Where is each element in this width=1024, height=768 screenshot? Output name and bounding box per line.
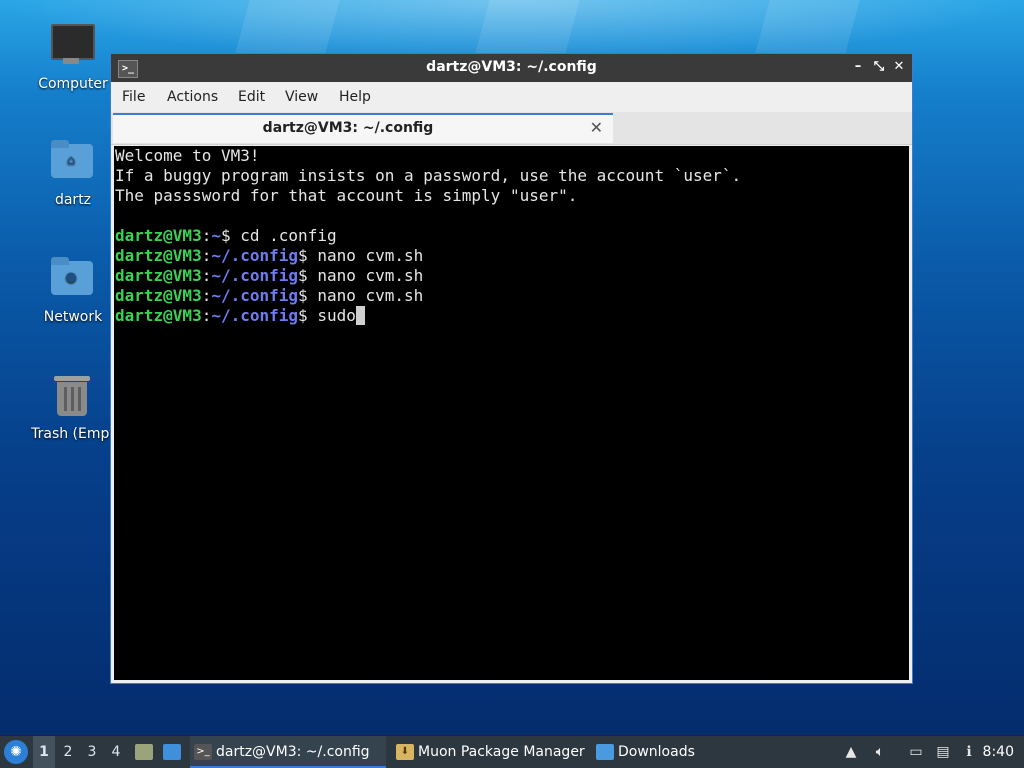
window-title: dartz@VM3: ~/.config: [426, 59, 597, 75]
workspace-1[interactable]: 1: [33, 736, 55, 768]
tab-terminal[interactable]: dartz@VM3: ~/.config ✕: [113, 113, 613, 143]
computer-icon: [49, 22, 97, 70]
show-desktop-icon[interactable]: [135, 744, 153, 760]
network-folder-icon: ●: [49, 255, 97, 303]
menu-view[interactable]: View: [285, 89, 318, 105]
network-icon[interactable]: ▭: [907, 744, 925, 760]
prompt-separator: :: [201, 306, 212, 325]
prompt-user: dartz@VM3: [115, 246, 202, 265]
notification-icon[interactable]: ℹ: [960, 744, 978, 760]
tab-close-icon[interactable]: ✕: [590, 118, 603, 137]
file-manager-icon[interactable]: [163, 744, 181, 760]
terminal-icon: >_: [194, 744, 212, 760]
workspace-3[interactable]: 3: [81, 736, 103, 768]
prompt-user: dartz@VM3: [115, 306, 202, 325]
prompt-user: dartz@VM3: [115, 266, 202, 285]
prompt-symbol: $: [298, 266, 308, 285]
clipboard-icon[interactable]: ▤: [934, 744, 952, 760]
menu-help[interactable]: Help: [339, 89, 371, 105]
prompt-command: cd .config: [230, 226, 337, 245]
prompt-separator: :: [201, 286, 212, 305]
menu-file[interactable]: File: [122, 89, 145, 105]
window-titlebar[interactable]: >_ dartz@VM3: ~/.config – ⤡ ✕: [111, 54, 912, 82]
prompt-command: nano cvm.sh: [307, 246, 424, 265]
close-button[interactable]: ✕: [890, 58, 908, 76]
prompt-command: sudo: [307, 306, 356, 325]
terminal-prompt-line: dartz@VM3:~/.config$ nano cvm.sh: [115, 266, 909, 286]
trash-icon: [49, 372, 97, 420]
menu-edit[interactable]: Edit: [238, 89, 265, 105]
terminal-window: >_ dartz@VM3: ~/.config – ⤡ ✕ File Actio…: [110, 53, 913, 684]
task-label: dartz@VM3: ~/.config: [216, 744, 370, 760]
prompt-symbol: $: [298, 246, 308, 265]
prompt-path: ~/.config: [211, 306, 299, 325]
task-muon-package-manager[interactable]: ⬇ Muon Package Manager: [392, 736, 614, 768]
task-label: Downloads: [618, 744, 695, 760]
package-manager-icon: ⬇: [396, 744, 414, 760]
terminal-output[interactable]: Welcome to VM3! If a buggy program insis…: [114, 146, 909, 680]
app-menu-icon: ✺: [10, 744, 22, 760]
prompt-path: ~/.config: [211, 286, 299, 305]
start-menu-button[interactable]: ✺: [4, 740, 28, 764]
terminal-prompt-line: dartz@VM3:~/.config$ sudo: [115, 306, 909, 326]
prompt-path: ~/.config: [211, 246, 299, 265]
prompt-command: nano cvm.sh: [307, 286, 424, 305]
taskbar: ✺ 1 2 3 4 >_ dartz@VM3: ~/.config ⬇ Muon…: [0, 735, 1024, 768]
terminal-prompt-line: dartz@VM3:~/.config$ nano cvm.sh: [115, 286, 909, 306]
prompt-separator: :: [201, 226, 212, 245]
task-label: Muon Package Manager: [418, 744, 585, 760]
menu-actions[interactable]: Actions: [167, 89, 218, 105]
workspace-2[interactable]: 2: [57, 736, 79, 768]
folder-icon: [596, 744, 614, 760]
prompt-user: dartz@VM3: [115, 286, 202, 305]
prompt-symbol: $: [298, 306, 308, 325]
maximize-button[interactable]: ⤡: [870, 58, 888, 76]
clock[interactable]: 8:40: [983, 736, 1014, 768]
task-terminal[interactable]: >_ dartz@VM3: ~/.config: [190, 736, 386, 768]
menu-bar: File Actions Edit View Help: [111, 82, 912, 112]
prompt-command: nano cvm.sh: [307, 266, 424, 285]
tab-label: dartz@VM3: ~/.config: [262, 120, 434, 136]
prompt-user: dartz@VM3: [115, 226, 202, 245]
prompt-path: ~: [211, 226, 221, 245]
terminal-line: The passsword for that account is simply…: [115, 186, 578, 205]
tab-bar: dartz@VM3: ~/.config ✕: [111, 112, 912, 145]
prompt-separator: :: [201, 266, 212, 285]
text-cursor: [355, 306, 365, 325]
prompt-path: ~/.config: [211, 266, 299, 285]
terminal-prompt-line: dartz@VM3:~/.config$ nano cvm.sh: [115, 246, 909, 266]
prompt-symbol: $: [298, 286, 308, 305]
prompt-separator: :: [201, 246, 212, 265]
workspace-4[interactable]: 4: [105, 736, 127, 768]
home-folder-icon: ⌂: [49, 138, 97, 186]
minimize-button[interactable]: –: [849, 58, 867, 76]
terminal-line: If a buggy program insists on a password…: [115, 166, 742, 185]
terminal-prompt-line: dartz@VM3:~$ cd .config: [115, 226, 909, 246]
prompt-symbol: $: [220, 226, 231, 245]
task-downloads[interactable]: Downloads: [592, 736, 738, 768]
terminal-line: Welcome to VM3!: [115, 146, 260, 165]
updates-icon[interactable]: ▲: [842, 744, 860, 760]
volume-icon[interactable]: 🔈︎: [871, 744, 889, 760]
